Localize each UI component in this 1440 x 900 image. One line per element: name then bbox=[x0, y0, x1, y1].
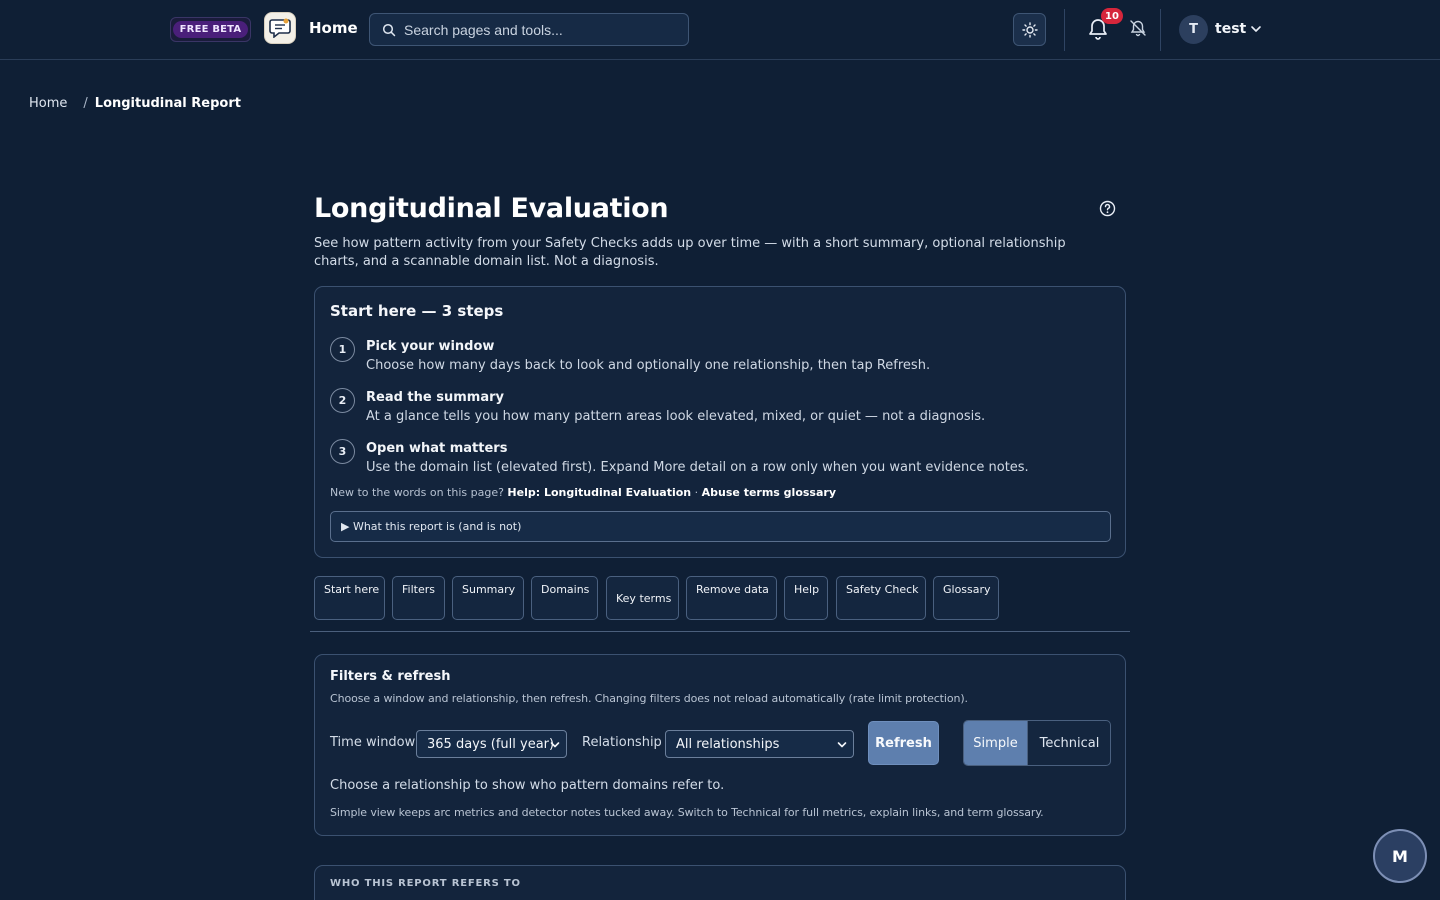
relationship-label: Relationship bbox=[582, 735, 662, 750]
user-name[interactable]: test bbox=[1215, 21, 1246, 37]
step-text: At a glance tells you how many pattern a… bbox=[366, 409, 986, 424]
link-separator: · bbox=[694, 486, 699, 499]
step-number: 3 bbox=[330, 439, 355, 464]
breadcrumb-current: Longitudinal Report bbox=[94, 96, 241, 111]
time-window-label: Time window bbox=[330, 735, 416, 750]
breadcrumb-separator: / bbox=[83, 96, 88, 111]
step-text: Use the domain list (elevated first). Ex… bbox=[366, 460, 1029, 475]
relationship-value: All relationships bbox=[676, 736, 780, 752]
tab-start-here[interactable]: Start here bbox=[314, 576, 385, 620]
time-window-value: 365 days (full year) bbox=[427, 736, 555, 752]
step-number: 2 bbox=[330, 388, 355, 413]
chevron-down-icon bbox=[550, 742, 560, 748]
view-mode-toggle: Simple Technical bbox=[963, 720, 1111, 766]
filters-title: Filters & refresh bbox=[330, 669, 451, 684]
tab-glossary[interactable]: Glossary bbox=[933, 576, 999, 620]
app-logo-icon[interactable] bbox=[264, 12, 296, 44]
what-this-report-is-disclosure[interactable]: ▶ What this report is (and is not) bbox=[330, 511, 1111, 542]
start-here-title: Start here — 3 steps bbox=[330, 302, 504, 320]
tabs-divider bbox=[310, 631, 1130, 632]
tab-safety-check[interactable]: Safety Check bbox=[836, 576, 926, 620]
floating-menu-button[interactable]: M bbox=[1373, 829, 1427, 883]
step-number: 1 bbox=[330, 337, 355, 362]
user-avatar[interactable]: T bbox=[1179, 15, 1208, 44]
page-description: See how pattern activity from your Safet… bbox=[314, 236, 1066, 269]
header-divider bbox=[1160, 9, 1161, 51]
breadcrumb-home-link[interactable]: Home bbox=[29, 96, 67, 111]
tab-summary[interactable]: Summary bbox=[452, 576, 524, 620]
start-here-card: Start here — 3 steps 1 Pick your window … bbox=[314, 286, 1126, 558]
chevron-down-icon[interactable] bbox=[1250, 23, 1262, 35]
home-nav-link[interactable]: Home bbox=[309, 19, 358, 37]
notification-count-badge: 10 bbox=[1101, 8, 1123, 24]
bell-off-icon[interactable] bbox=[1129, 19, 1147, 37]
search-box[interactable] bbox=[369, 13, 689, 46]
search-icon bbox=[382, 23, 396, 36]
filters-card: Filters & refresh Choose a window and re… bbox=[314, 654, 1126, 836]
breadcrumb: Home / Longitudinal Report bbox=[29, 96, 241, 111]
view-simple-option[interactable]: Simple bbox=[964, 721, 1027, 765]
top-bar: FREE BETA Home 10 bbox=[0, 0, 1440, 60]
abuse-terms-glossary-link[interactable]: Abuse terms glossary bbox=[702, 486, 836, 499]
page-title: Longitudinal Evaluation bbox=[314, 193, 669, 224]
filters-subtitle: Choose a window and relationship, then r… bbox=[330, 692, 968, 705]
view-technical-option[interactable]: Technical bbox=[1027, 721, 1110, 765]
tab-key-terms[interactable]: Key terms bbox=[606, 576, 679, 620]
glossary-prompt: New to the words on this page? Help: Lon… bbox=[330, 486, 836, 499]
who-report-refers-label: WHO THIS REPORT REFERS TO bbox=[330, 878, 521, 889]
help-longitudinal-link[interactable]: Help: Longitudinal Evaluation bbox=[507, 486, 691, 499]
who-report-refers-card: WHO THIS REPORT REFERS TO bbox=[314, 865, 1126, 900]
sun-icon bbox=[1021, 21, 1038, 38]
help-circle-icon[interactable] bbox=[1099, 200, 1116, 217]
time-window-select[interactable]: 365 days (full year) bbox=[416, 730, 567, 758]
beta-badge: FREE BETA bbox=[170, 17, 251, 42]
step-title: Pick your window bbox=[366, 339, 495, 354]
tab-help[interactable]: Help bbox=[784, 576, 828, 620]
header-divider bbox=[1064, 9, 1065, 51]
step-text: Choose how many days back to look and op… bbox=[366, 358, 931, 373]
chevron-down-icon bbox=[837, 742, 847, 748]
search-input[interactable] bbox=[404, 21, 684, 38]
tab-domains[interactable]: Domains bbox=[531, 576, 598, 620]
tab-filters[interactable]: Filters bbox=[392, 576, 445, 620]
relationship-select[interactable]: All relationships bbox=[665, 730, 854, 758]
view-note: Simple view keeps arc metrics and detect… bbox=[330, 806, 1044, 819]
glossary-prompt-text: New to the words on this page? bbox=[330, 486, 504, 499]
refresh-button[interactable]: Refresh bbox=[868, 721, 939, 765]
theme-toggle-button[interactable] bbox=[1013, 13, 1046, 46]
tab-remove-data[interactable]: Remove data bbox=[686, 576, 777, 620]
step-title: Read the summary bbox=[366, 390, 504, 405]
step-title: Open what matters bbox=[366, 441, 508, 456]
beta-label: FREE BETA bbox=[172, 21, 249, 38]
relationship-hint: Choose a relationship to show who patter… bbox=[330, 778, 725, 793]
